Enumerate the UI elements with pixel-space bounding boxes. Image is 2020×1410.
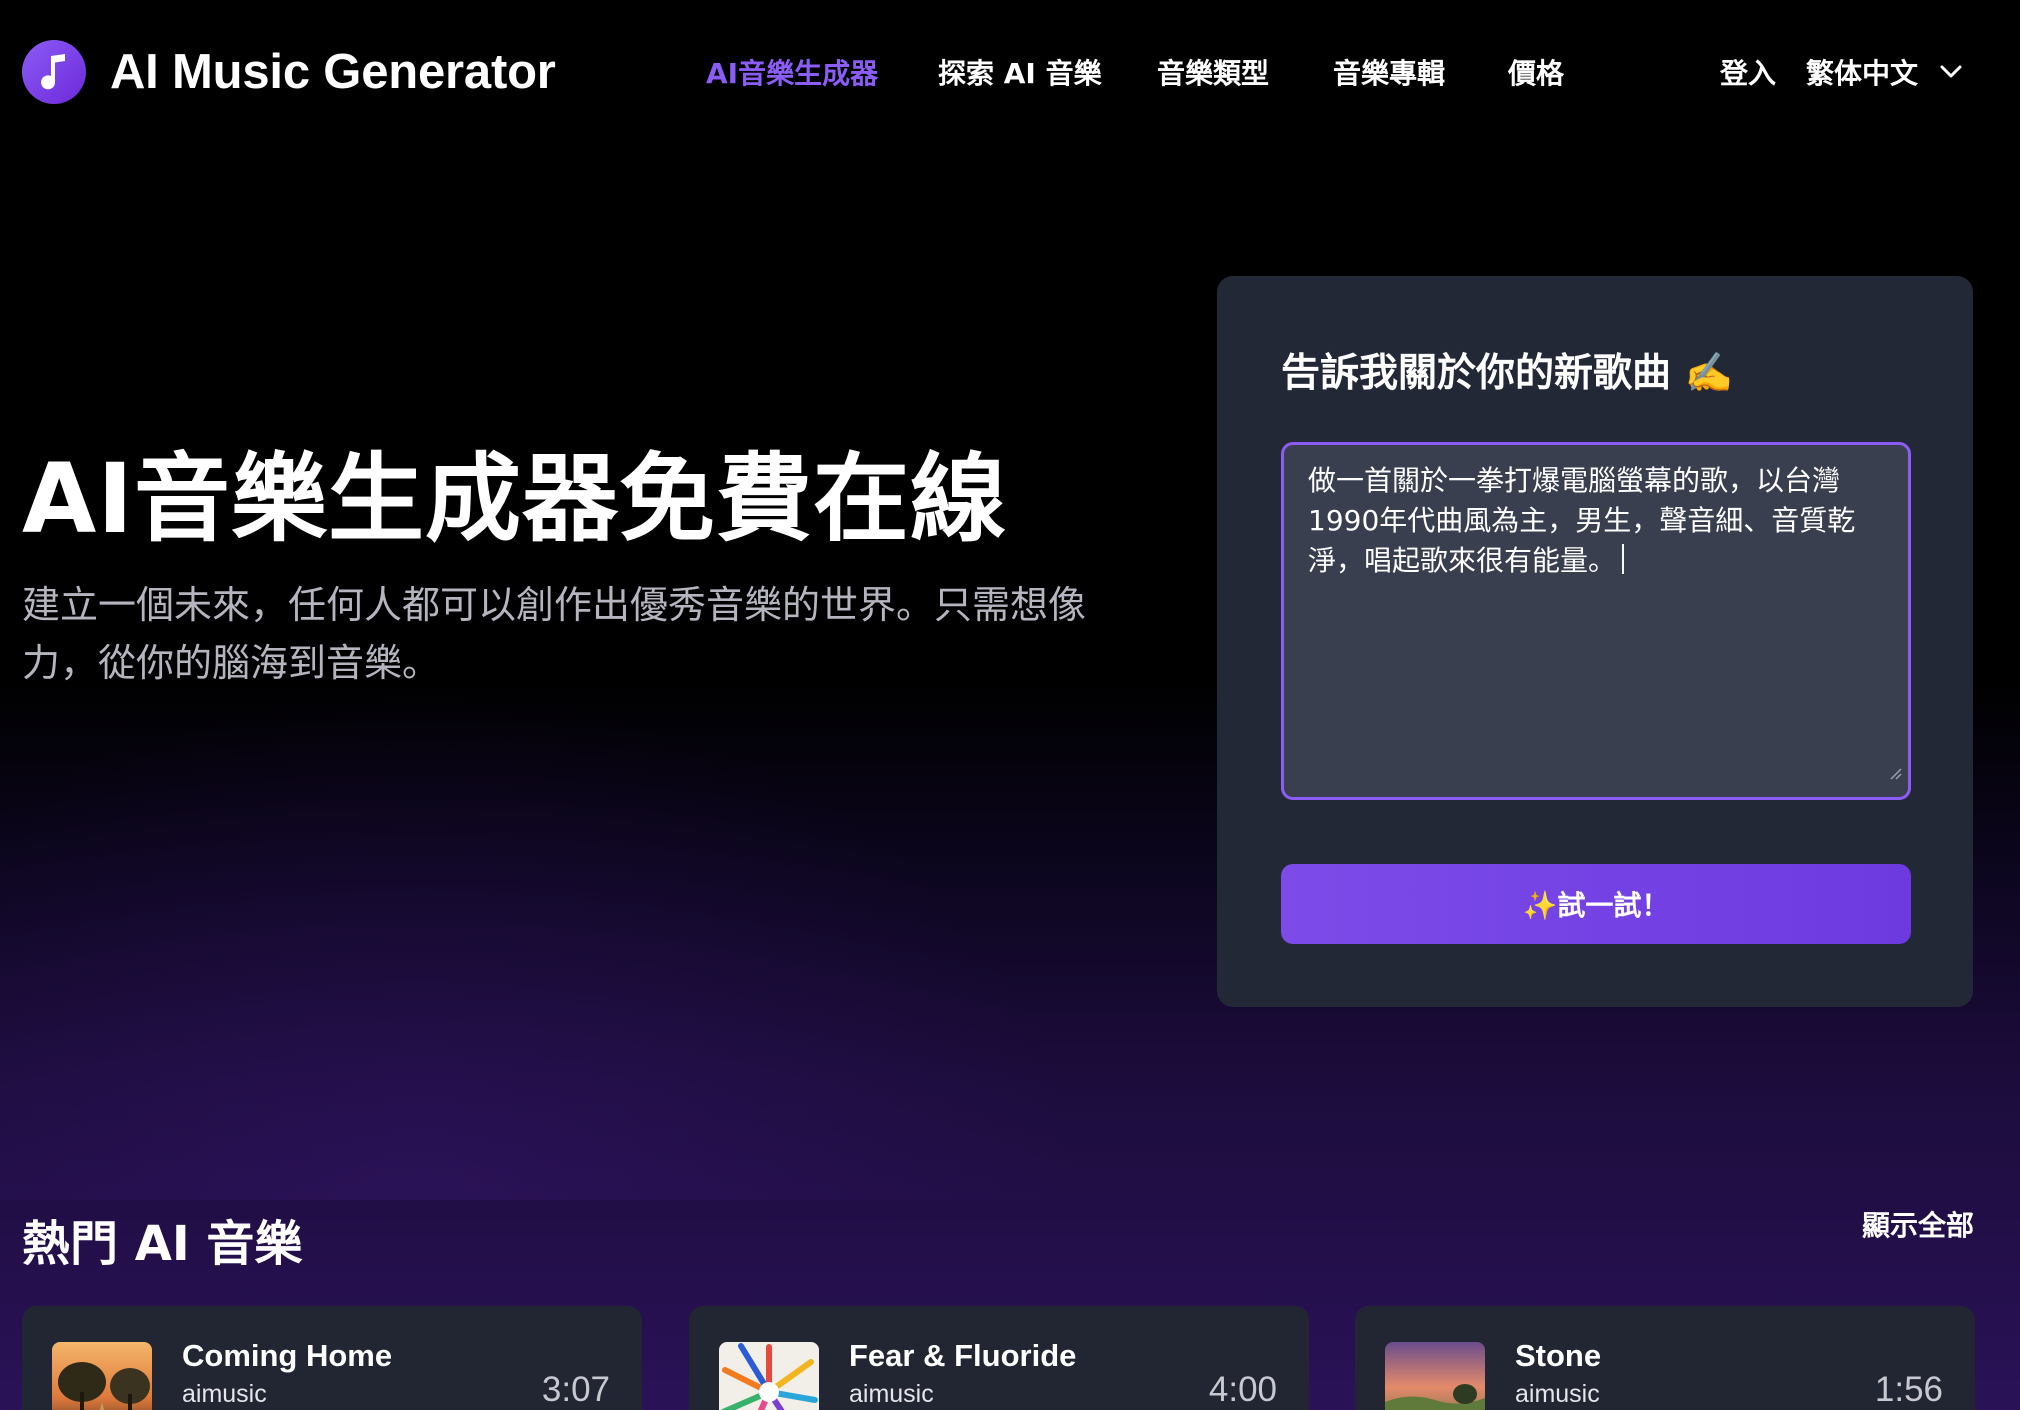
song-card[interactable]: Fear & Fluoride aimusic 4:00 [689,1306,1309,1410]
song-thumbnail-image [52,1342,152,1410]
header: AI Music Generator AI音樂生成器 探索 AI 音樂 音樂類型… [0,0,2020,144]
nav-music-genres[interactable]: 音樂類型 [1157,52,1269,92]
song-thumbnail-image [1385,1342,1485,1410]
nav-music-albums[interactable]: 音樂專輯 [1333,52,1445,92]
song-title: Fear & Fluoride [849,1338,1077,1373]
nav-ai-music-generator[interactable]: AI音樂生成器 [706,52,878,92]
prompt-card: 告訴我關於你的新歌曲 ✍️ 做一首關於一拳打爆電腦螢幕的歌，以台灣1990年代曲… [1217,276,1973,1007]
song-card[interactable]: Stone aimusic 1:56 [1355,1306,1975,1410]
nav-pricing[interactable]: 價格 [1508,52,1564,92]
login-link[interactable]: 登入 [1720,52,1776,92]
nav-explore-ai-music[interactable]: 探索 AI 音樂 [938,52,1102,92]
prompt-card-title: 告訴我關於你的新歌曲 ✍️ [1281,351,1734,396]
text-caret [1622,544,1625,574]
try-button[interactable]: ✨試一試！ [1281,864,1911,944]
song-artist: aimusic [849,1380,934,1408]
song-card[interactable]: Coming Home aimusic 3:07 [22,1306,642,1410]
page: AI Music Generator AI音樂生成器 探索 AI 音樂 音樂類型… [0,0,2020,1410]
popular-section-title: 熱門 AI 音樂 [22,1216,303,1272]
song-duration: 4:00 [1208,1370,1277,1409]
hero-title: AI音樂生成器免費在線 [22,443,1008,555]
hero-subtitle: 建立一個未來，任何人都可以創作出優秀音樂的世界。只需想像力，從你的腦海到音樂。 [22,583,1087,685]
resize-handle-icon[interactable] [1888,751,1902,791]
song-prompt-text: 做一首關於一拳打爆電腦螢幕的歌，以台灣1990年代曲風為主，男生，聲音細、音質乾… [1308,464,1856,577]
song-title: Stone [1515,1338,1602,1373]
show-all-link[interactable]: 顯示全部 [1862,1204,1974,1244]
song-duration: 1:56 [1874,1370,1943,1409]
language-label: 繁体中文 [1806,57,1919,90]
song-prompt-textarea[interactable]: 做一首關於一拳打爆電腦螢幕的歌，以台灣1990年代曲風為主，男生，聲音細、音質乾… [1281,442,1911,800]
language-selector[interactable]: 繁体中文 [1806,52,1962,92]
song-artist: aimusic [1515,1380,1600,1408]
chevron-down-icon [1940,65,1962,79]
song-title: Coming Home [182,1338,393,1373]
song-duration: 3:07 [541,1370,610,1409]
song-artist: aimusic [182,1380,267,1408]
song-thumbnail-image [719,1342,819,1410]
main-nav: AI音樂生成器 探索 AI 音樂 音樂類型 音樂專輯 價格 [0,52,1700,92]
